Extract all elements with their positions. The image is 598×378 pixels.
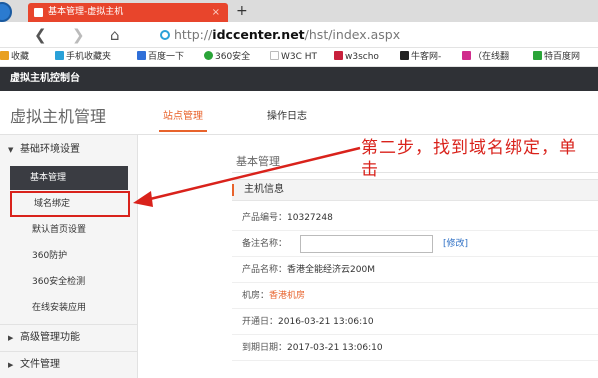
close-icon[interactable]: × xyxy=(212,3,220,22)
w3-icon xyxy=(334,51,343,60)
back-arrow-icon[interactable]: ❮ xyxy=(34,25,47,45)
caret-right-icon: ▶ xyxy=(8,334,14,342)
bookmark-item[interactable]: W3C HT xyxy=(270,48,317,66)
info-row-product-name: 产品名称：香港全能经济云200M xyxy=(232,257,598,283)
sidebar-group-file-management[interactable]: ▶ 文件管理 xyxy=(0,351,138,377)
sidebar-item-online-install[interactable]: 在线安装应用 xyxy=(0,296,138,320)
tab-site-management[interactable]: 站点管理 xyxy=(159,107,207,132)
console-brand: 虚拟主机控制台 xyxy=(10,73,80,84)
app-header: 虚拟主机控制台 xyxy=(0,67,598,91)
bookmark-item[interactable]: （在线翻 xyxy=(462,48,509,66)
new-tab-button[interactable]: + xyxy=(236,2,248,20)
field-value: 香港机房 xyxy=(269,291,306,301)
info-row-datacenter: 机房：香港机房 xyxy=(232,283,598,309)
page-icon xyxy=(270,51,279,60)
field-label: 开通日： xyxy=(242,317,279,327)
info-row-product-id: 产品编号：10327248 xyxy=(232,205,598,231)
breadcrumb: 基本管理 xyxy=(236,155,280,168)
sidebar-group-advanced[interactable]: ▶ 高级管理功能 xyxy=(0,324,138,350)
page-header: 虚拟主机管理 站点管理 操作日志 xyxy=(0,91,598,135)
shield-icon xyxy=(204,51,213,60)
url-prefix: http:// xyxy=(174,27,213,42)
site-icon xyxy=(160,30,170,40)
sidebar-item-360-security-check[interactable]: 360安全检测 xyxy=(0,270,138,294)
bookmark-item[interactable]: w3scho xyxy=(334,48,379,66)
sidebar-group-label: 文件管理 xyxy=(20,359,60,370)
sidebar-item-360-protection[interactable]: 360防护 xyxy=(0,244,138,268)
bookmark-item[interactable]: 收藏 xyxy=(0,48,29,66)
baidu-icon xyxy=(137,51,146,60)
field-label: 备注名称： xyxy=(242,239,288,249)
field-value: 2016-03-21 13:06:10 xyxy=(278,317,374,327)
bookmark-item[interactable]: 百度一下 xyxy=(137,48,184,66)
browser-logo-icon xyxy=(0,2,12,22)
alias-input[interactable] xyxy=(300,235,433,253)
browser-tab[interactable]: 基本管理-虚拟主机 × xyxy=(28,3,228,22)
sidebar-group-basic-settings[interactable]: ▼ 基础环境设置 xyxy=(0,137,138,163)
search-icon xyxy=(533,51,542,60)
info-row-open-date: 开通日：2016-03-21 13:06:10 xyxy=(232,309,598,335)
star-icon xyxy=(0,51,9,60)
bookmark-item[interactable]: 360安全 xyxy=(204,48,250,66)
bookmark-item[interactable]: 特百度网 xyxy=(533,48,580,66)
field-value: 2017-03-21 13:06:10 xyxy=(287,343,383,353)
field-value: 10327248 xyxy=(287,213,333,223)
youdao-icon xyxy=(462,51,471,60)
browser-tab-bar: 基本管理-虚拟主机 × + xyxy=(0,0,598,22)
url-path: /hst/index.aspx xyxy=(304,27,401,42)
bookmark-item[interactable]: 牛客网- xyxy=(400,48,441,66)
page-title: 虚拟主机管理 xyxy=(10,107,107,126)
caret-down-icon: ▼ xyxy=(8,146,14,154)
field-value: 香港全能经济云200M xyxy=(287,265,375,275)
sidebar-item-default-homepage[interactable]: 默认首页设置 xyxy=(0,218,138,242)
field-label: 产品编号： xyxy=(242,213,288,223)
browser-nav-bar: ❮ ❯ ⌂ http://idccenter.net/hst/index.asp… xyxy=(0,22,598,48)
sidebar-group-label: 基础环境设置 xyxy=(20,144,80,155)
address-bar[interactable]: http://idccenter.net/hst/index.aspx xyxy=(160,26,598,44)
tab-title: 基本管理-虚拟主机 xyxy=(48,7,124,17)
tab-operation-log[interactable]: 操作日志 xyxy=(267,107,307,122)
bookmark-item[interactable]: 手机收藏夹 xyxy=(55,48,111,66)
sidebar-item-basic-management[interactable]: 基本管理 xyxy=(10,166,128,190)
caret-right-icon: ▶ xyxy=(8,361,14,369)
folder-icon xyxy=(55,51,64,60)
forward-arrow-icon[interactable]: ❯ xyxy=(72,25,85,45)
field-label: 机房： xyxy=(242,291,270,301)
nowcoder-icon xyxy=(400,51,409,60)
modify-link[interactable]: [修改] xyxy=(443,231,468,257)
field-label: 产品名称： xyxy=(242,265,288,275)
field-label: 到期日期： xyxy=(242,343,288,353)
annotation-text: 第二步，找到域名绑定，单击 xyxy=(361,138,577,180)
url-host: idccenter.net xyxy=(212,27,305,42)
bookmarks-bar: 收藏 手机收藏夹 百度一下 360安全 W3C HT w3scho 牛客网- （… xyxy=(0,48,598,67)
panel-title: 主机信息 xyxy=(232,179,598,201)
info-row-alias: 备注名称： [修改] xyxy=(232,231,598,257)
sidebar: ▼ 基础环境设置 基本管理 域名绑定 默认首页设置 360防护 360安全检测 … xyxy=(0,135,138,378)
sidebar-group-label: 高级管理功能 xyxy=(20,332,80,343)
info-row-expire-date: 到期日期：2017-03-21 13:06:10 xyxy=(232,335,598,361)
page-icon xyxy=(34,8,43,17)
home-icon[interactable]: ⌂ xyxy=(110,25,120,45)
sidebar-item-domain-binding[interactable]: 域名绑定 xyxy=(10,191,130,217)
